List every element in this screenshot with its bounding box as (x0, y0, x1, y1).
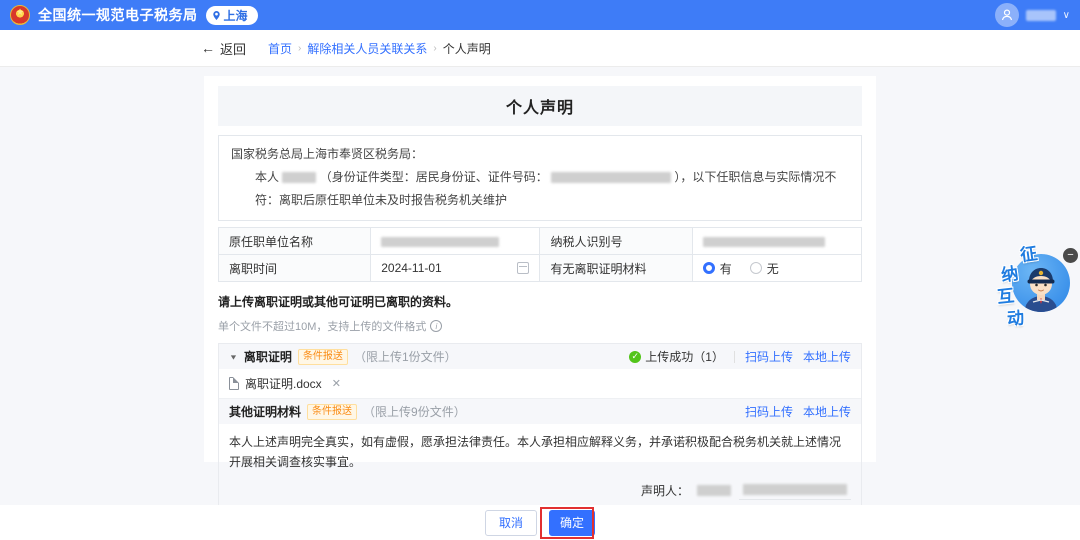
divider (733, 350, 735, 363)
person-icon (1001, 9, 1012, 21)
action-bar: 取消 确定 (0, 505, 1080, 540)
remove-file-icon[interactable]: ✕ (332, 377, 341, 390)
upload-instruction: 请上传离职证明或其他可证明已离职的资料。 (218, 295, 459, 310)
local-upload-link[interactable]: 本地上传 (803, 348, 851, 365)
upload-hint: 单个文件不超过10M，支持上传的文件格式 i (218, 318, 862, 334)
back-arrow-icon: ← (201, 40, 215, 56)
uploaded-file-item: 离职证明.docx ✕ (219, 369, 861, 400)
upload-name: 其他证明材料 (229, 405, 302, 420)
breadcrumb-current: 个人声明 (442, 41, 491, 56)
radio-yes-label: 有 (719, 261, 732, 276)
conditional-badge: 条件报送 (307, 403, 358, 420)
back-label: 返回 (220, 41, 247, 57)
user-avatar[interactable] (994, 3, 1019, 27)
leave-date-value: 2024-11-01 (381, 261, 442, 276)
page: 全国统一规范电子税务局 上海 ∨ ← 返回 首页 › 解除 (0, 0, 1080, 540)
file-name: 离职证明.docx (245, 377, 322, 392)
radio-no-label: 无 (766, 261, 779, 276)
has-proof-label: 有无离职证明材料 (539, 254, 693, 283)
letter-salutation: 国家税务总局上海市奉贤区税务局： (231, 147, 424, 161)
minimize-icon[interactable]: − (1063, 248, 1078, 263)
radio-yes[interactable]: 有 (702, 260, 732, 277)
employment-info-table: 原任职单位名称 纳税人识别号 离职时间 2024-11-01 有无离职证明材料 … (217, 227, 863, 283)
declarant-signature (739, 482, 851, 500)
upload-sections: ▼ 离职证明 条件报送 （限上传1份文件） ✓ 上传成功（1） 扫码上传 本地上… (218, 343, 862, 514)
app-title: 全国统一规范电子税务局 (38, 7, 198, 23)
leave-date-field[interactable]: 2024-11-01 (370, 254, 541, 283)
national-emblem-icon (10, 5, 30, 25)
upload-status-text: 上传成功（1） (645, 350, 724, 365)
page-title: 个人声明 (218, 86, 862, 126)
radio-yes-dot (702, 262, 715, 275)
leave-date-label: 离职时间 (217, 254, 372, 283)
upload-status: ✓ 上传成功（1） (629, 348, 724, 365)
radio-no-dot (749, 262, 762, 275)
truthfulness-declaration: 本人上述声明完全真实，如有虚假，愿承担法律责任。本人承担相应解释义务，并承诺积极… (229, 435, 842, 469)
former-unit-label: 原任职单位名称 (217, 227, 372, 256)
declaration-letter: 国家税务总局上海市奉贤区税务局： 本人 （身份证件类型：居民身份证、证件号码： … (218, 135, 862, 222)
letter-body-mid: （身份证件类型：居民身份证、证件号码： (319, 169, 548, 184)
back-button[interactable]: ← 返回 (201, 39, 246, 58)
breadcrumb-home[interactable]: 首页 (268, 40, 292, 57)
declarant-name-redacted (697, 485, 731, 497)
breadcrumb: 首页 › 解除相关人员关联关系 › 个人声明 (268, 40, 491, 57)
upload-limit: （限上传9份文件） (363, 405, 466, 420)
upload-name: 离职证明 (243, 350, 292, 365)
taxpayer-id-redacted (702, 237, 825, 248)
document-icon (229, 377, 239, 391)
table-row: 原任职单位名称 纳税人识别号 (217, 227, 863, 256)
declarant-label: 声明人： (640, 484, 689, 499)
main-area: 个人声明 国家税务总局上海市奉贤区税务局： 本人 （身份证件类型：居民身份证、证… (0, 67, 1080, 514)
breadcrumb-separator: › (433, 42, 437, 54)
upload-hint-text: 单个文件不超过10M，支持上传的文件格式 (218, 321, 427, 334)
cancel-button[interactable]: 取消 (485, 509, 537, 536)
breadcrumb-bar: ← 返回 首页 › 解除相关人员关联关系 › 个人声明 (0, 30, 1080, 67)
taxpayer-id-value (691, 227, 863, 256)
declaration-card: 个人声明 国家税务总局上海市奉贤区税务局： 本人 （身份证件类型：居民身份证、证… (204, 76, 876, 514)
breadcrumb-separator: › (298, 42, 302, 54)
former-unit-value (370, 227, 541, 256)
user-name-redacted (1025, 9, 1056, 21)
declarant-id-redacted (743, 484, 847, 496)
letter-body-pre: 本人 (255, 169, 280, 184)
conditional-badge: 条件报送 (297, 348, 348, 365)
chevron-down-icon[interactable]: ∨ (1063, 10, 1070, 21)
tax-assistant-widget[interactable]: − 征 纳 互 动 (988, 238, 1080, 344)
scan-upload-link[interactable]: 扫码上传 (745, 348, 793, 365)
upload-limit: （限上传1份文件） (353, 350, 457, 365)
chevron-down-icon[interactable]: ▼ (229, 353, 238, 361)
app-header: 全国统一规范电子税务局 上海 ∨ (0, 0, 1080, 30)
has-proof-field: 有 无 (691, 254, 863, 283)
breadcrumb-parent[interactable]: 解除相关人员关联关系 (307, 40, 427, 57)
confirm-button[interactable]: 确定 (549, 509, 595, 536)
upload-header-resignation: ▼ 离职证明 条件报送 （限上传1份文件） ✓ 上传成功（1） 扫码上传 本地上… (219, 344, 861, 370)
id-number-redacted (551, 172, 672, 184)
name-redacted (282, 172, 317, 184)
local-upload-link[interactable]: 本地上传 (803, 403, 851, 420)
location-switcher[interactable]: 上海 (205, 5, 258, 25)
location-label: 上海 (223, 8, 248, 23)
radio-no[interactable]: 无 (749, 260, 779, 277)
upload-header-other: 其他证明材料 条件报送 （限上传9份文件） 扫码上传 本地上传 (219, 399, 861, 425)
success-check-icon: ✓ (629, 350, 642, 363)
assistant-char: 征 (1019, 243, 1039, 266)
table-row: 离职时间 2024-11-01 有无离职证明材料 有 无 (217, 254, 863, 283)
scan-upload-link[interactable]: 扫码上传 (745, 403, 793, 420)
calendar-icon[interactable] (517, 262, 530, 275)
former-unit-redacted (381, 237, 500, 248)
taxpayer-id-label: 纳税人识别号 (539, 227, 693, 256)
assistant-char: 动 (1006, 308, 1025, 329)
location-pin-icon (212, 10, 220, 20)
info-icon[interactable]: i (430, 320, 443, 333)
letter-body: 本人 （身份证件类型：居民身份证、证件号码： ），以下任职信息与实际情况不符：离… (231, 166, 849, 212)
